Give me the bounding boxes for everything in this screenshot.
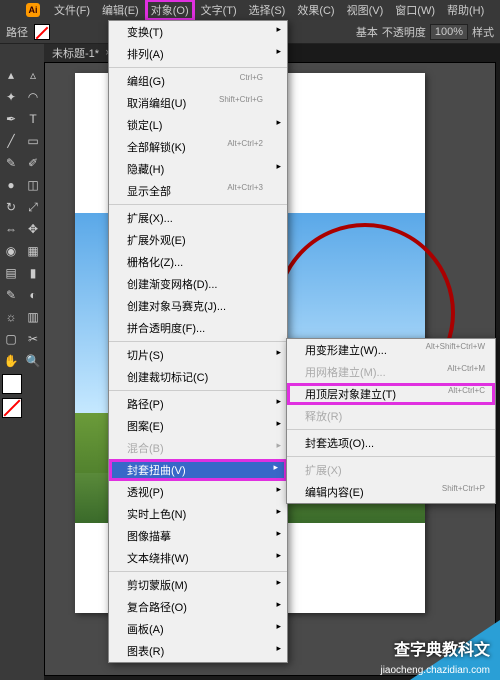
blend-tool[interactable]: ◐ [22,284,44,306]
opacity-label: 不透明度 [382,24,426,40]
stroke-color[interactable] [2,398,22,418]
mesh-tool[interactable]: ▤ [0,262,22,284]
style-label: 样式 [472,24,494,40]
menu-object[interactable]: 对象(O) [145,0,195,21]
app-icon: Ai [26,3,40,17]
menu-unlock[interactable]: 全部解锁(K)Alt+Ctrl+2 [109,136,287,158]
menu-file[interactable]: 文件(F) [48,0,96,21]
separator [109,341,287,342]
rotate-tool[interactable]: ↻ [0,196,22,218]
menu-envelope-distort[interactable]: 封套扭曲(V) [109,459,287,481]
separator [287,429,495,430]
eraser-tool[interactable]: ◫ [22,174,44,196]
zoom-tool[interactable]: 🔍 [22,350,44,372]
width-tool[interactable]: ⇔ [0,218,22,240]
menu-hide[interactable]: 隐藏(H) [109,158,287,180]
slice-tool[interactable]: ✂ [22,328,44,350]
rect-tool[interactable]: ▭ [22,130,44,152]
menu-select[interactable]: 选择(S) [243,0,292,21]
menu-ungroup[interactable]: 取消编组(U)Shift+Ctrl+G [109,92,287,114]
direct-select-tool[interactable]: ▵ [22,64,44,86]
pen-tool[interactable]: ✒ [0,108,22,130]
submenu-make-warp[interactable]: 用变形建立(W)...Alt+Shift+Ctrl+W [287,339,495,361]
app-window: Ai 文件(F) 编辑(E) 对象(O) 文字(T) 选择(S) 效果(C) 视… [0,0,500,680]
path-label: 路径 [6,24,28,40]
watermark-site: jiaocheng.chazidian.com [380,665,490,676]
menu-help[interactable]: 帮助(H) [441,0,490,21]
object-menu: 变换(T) 排列(A) 编组(G)Ctrl+G 取消编组(U)Shift+Ctr… [108,20,288,663]
menu-window[interactable]: 窗口(W) [389,0,441,21]
watermark-text: 查字典教科文 [394,636,490,660]
basic-label: 基本 [356,24,378,40]
gradient-tool[interactable]: ▮ [22,262,44,284]
menu-effect[interactable]: 效果(C) [291,0,340,21]
menu-showall[interactable]: 显示全部Alt+Ctrl+3 [109,180,287,202]
wand-tool[interactable]: ✦ [0,86,22,108]
tools-panel: ▴▵ ✦◠ ✒T ╱▭ ✎✐ ●◫ ↻⤢ ⇔✥ ◉▦ ▤▮ ✎◐ ☼▥ ▢✂ ✋… [0,44,44,680]
submenu-make-top-object[interactable]: 用顶层对象建立(T)Alt+Ctrl+C [287,383,495,405]
menu-expand-appearance[interactable]: 扩展外观(E) [109,229,287,251]
menu-edit[interactable]: 编辑(E) [96,0,145,21]
menu-type[interactable]: 文字(T) [195,0,243,21]
free-tool[interactable]: ✥ [22,218,44,240]
separator [109,67,287,68]
eyedropper-tool[interactable]: ✎ [0,284,22,306]
fill-swatch[interactable] [34,24,50,40]
fill-color[interactable] [2,374,22,394]
submenu-make-mesh[interactable]: 用网格建立(M)...Alt+Ctrl+M [287,361,495,383]
menu-view[interactable]: 视图(V) [341,0,390,21]
line-tool[interactable]: ╱ [0,130,22,152]
brush-tool[interactable]: ✎ [0,152,22,174]
artboard-tool[interactable]: ▢ [0,328,22,350]
menu-blend[interactable]: 混合(B) [109,437,287,459]
submenu-expand[interactable]: 扩展(X) [287,459,495,481]
graph-tool[interactable]: ▥ [22,306,44,328]
doc-title: 未标题-1* [52,45,99,61]
menu-graph[interactable]: 图表(R) [109,640,287,662]
scale-tool[interactable]: ⤢ [22,196,44,218]
menu-rasterize[interactable]: 栅格化(Z)... [109,251,287,273]
menu-flatten[interactable]: 拼合透明度(F)... [109,317,287,339]
envelope-submenu: 用变形建立(W)...Alt+Shift+Ctrl+W 用网格建立(M)...A… [286,338,496,504]
menu-arrange[interactable]: 排列(A) [109,43,287,65]
menu-crop[interactable]: 创建裁切标记(C) [109,366,287,388]
menu-transform[interactable]: 变换(T) [109,21,287,43]
menu-perspective[interactable]: 透视(P) [109,481,287,503]
separator [287,456,495,457]
menu-live-paint[interactable]: 实时上色(N) [109,503,287,525]
menu-artboard[interactable]: 画板(A) [109,618,287,640]
menubar: Ai 文件(F) 编辑(E) 对象(O) 文字(T) 选择(S) 效果(C) 视… [0,0,500,20]
perspective-tool[interactable]: ▦ [22,240,44,262]
separator [109,571,287,572]
symbol-tool[interactable]: ☼ [0,306,22,328]
menu-image-trace[interactable]: 图像描摹 [109,525,287,547]
shape-tool[interactable]: ◉ [0,240,22,262]
menu-group[interactable]: 编组(G)Ctrl+G [109,70,287,92]
selection-tool[interactable]: ▴ [0,64,22,86]
type-tool[interactable]: T [22,108,44,130]
separator [109,204,287,205]
menu-slice[interactable]: 切片(S) [109,344,287,366]
submenu-edit-content[interactable]: 编辑内容(E)Shift+Ctrl+P [287,481,495,503]
menu-path[interactable]: 路径(P) [109,393,287,415]
menu-text-wrap[interactable]: 文本绕排(W) [109,547,287,569]
pencil-tool[interactable]: ✐ [22,152,44,174]
menu-gradient-mesh[interactable]: 创建渐变网格(D)... [109,273,287,295]
menu-pattern[interactable]: 图案(E) [109,415,287,437]
menu-compound-path[interactable]: 复合路径(O) [109,596,287,618]
hand-tool[interactable]: ✋ [0,350,22,372]
menu-clip-mask[interactable]: 剪切蒙版(M) [109,574,287,596]
menu-mosaic[interactable]: 创建对象马赛克(J)... [109,295,287,317]
submenu-options[interactable]: 封套选项(O)... [287,432,495,454]
menu-expand[interactable]: 扩展(X)... [109,207,287,229]
blob-tool[interactable]: ● [0,174,22,196]
lasso-tool[interactable]: ◠ [22,86,44,108]
submenu-release[interactable]: 释放(R) [287,405,495,427]
menu-lock[interactable]: 锁定(L) [109,114,287,136]
opacity-value[interactable]: 100% [430,24,468,40]
separator [109,390,287,391]
